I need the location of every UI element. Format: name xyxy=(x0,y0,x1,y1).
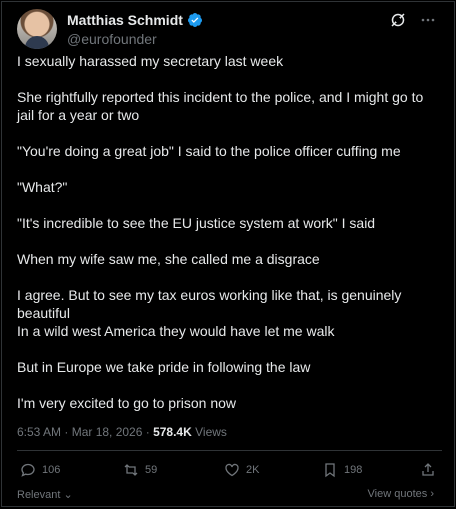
view-quotes-label: View quotes xyxy=(367,488,428,500)
tweet-paragraph: She rightfully reported this incident to… xyxy=(17,89,424,123)
avatar[interactable] xyxy=(17,9,57,49)
tweet-paragraph: I'm very excited to go to prison now xyxy=(17,395,236,411)
sort-label: Relevant xyxy=(17,489,61,501)
action-bar: 106 59 2K 198 xyxy=(20,462,436,480)
tweet-paragraph: I sexually harassed my secretary last we… xyxy=(17,53,284,69)
like-button[interactable]: 2K xyxy=(224,462,259,478)
tweet-paragraph: When my wife saw me, she called me a dis… xyxy=(17,251,320,267)
reply-button[interactable]: 106 xyxy=(20,462,60,478)
verified-badge-icon xyxy=(187,12,203,28)
header-actions xyxy=(390,12,436,28)
tweet-paragraph: In a wild west America they would have l… xyxy=(17,323,335,339)
tweet-footer: Relevant ⌄ View quotes › xyxy=(17,488,442,502)
tweet-paragraph: I agree. But to see my tax euros working… xyxy=(17,287,402,321)
grok-icon[interactable] xyxy=(390,12,406,28)
author-row: Matthias Schmidt xyxy=(67,12,203,28)
author-handle[interactable]: @eurofounder xyxy=(67,31,157,47)
repost-icon xyxy=(124,464,138,476)
tweet-paragraph: "You're doing a great job" I said to the… xyxy=(17,143,401,159)
tweet-paragraph: "What?" xyxy=(17,179,68,195)
more-icon[interactable] xyxy=(420,12,436,28)
repost-count: 59 xyxy=(145,464,158,476)
divider xyxy=(17,450,442,451)
view-quotes-link[interactable]: View quotes › xyxy=(368,488,434,500)
heart-icon xyxy=(225,463,239,477)
bookmark-count: 198 xyxy=(344,464,363,476)
chevron-down-icon: ⌄ xyxy=(63,489,73,501)
chevron-right-icon: › xyxy=(430,488,434,500)
bookmark-icon xyxy=(325,463,335,478)
views-label: Views xyxy=(191,425,227,439)
tweet-header: Matthias Schmidt @eurofounder xyxy=(17,9,442,49)
views-count: 578.4K xyxy=(153,425,192,439)
share-button[interactable] xyxy=(420,462,436,478)
share-icon xyxy=(422,463,434,476)
sort-dropdown[interactable]: Relevant ⌄ xyxy=(17,488,73,501)
reply-count: 106 xyxy=(42,464,61,476)
timestamp[interactable]: 6:53 AM · Mar 18, 2026 · xyxy=(17,425,153,439)
tweet-card: Matthias Schmidt @eurofounder I sexually… xyxy=(1,1,455,507)
bookmark-button[interactable]: 198 xyxy=(322,462,362,478)
reply-icon xyxy=(21,463,35,477)
author-name[interactable]: Matthias Schmidt xyxy=(67,12,183,28)
repost-button[interactable]: 59 xyxy=(123,462,157,478)
like-count: 2K xyxy=(246,464,260,476)
tweet-paragraph: But in Europe we take pride in following… xyxy=(17,359,311,375)
tweet-meta: 6:53 AM · Mar 18, 2026 · 578.4K Views xyxy=(17,425,227,439)
tweet-paragraph: "It's incredible to see the EU justice s… xyxy=(17,215,376,231)
